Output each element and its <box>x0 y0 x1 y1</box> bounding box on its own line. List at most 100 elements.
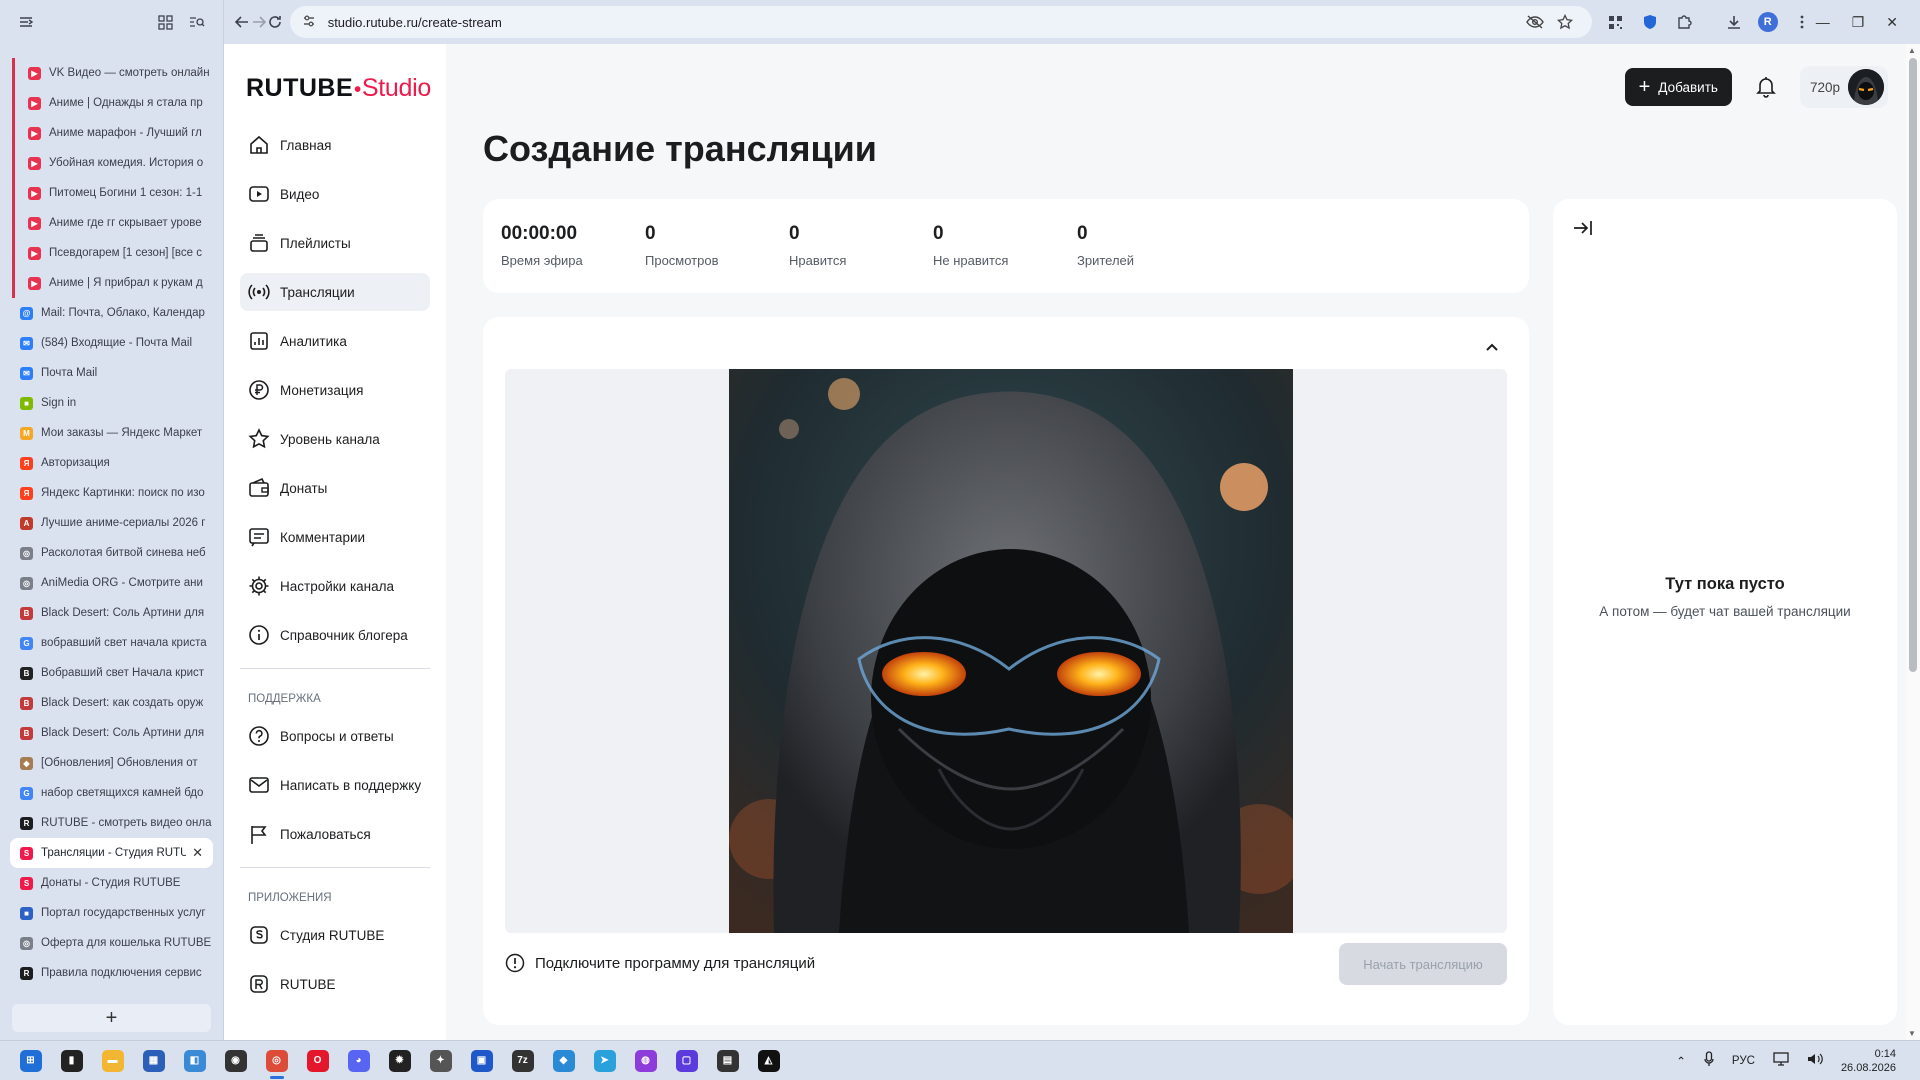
notifications-bell-icon[interactable] <box>1750 71 1782 103</box>
browser-tab[interactable]: B Black Desert: как создать оруж <box>0 688 223 718</box>
puzzle-extensions-icon[interactable] <box>1670 8 1698 36</box>
taskbar-file-explorer[interactable]: ▮ <box>51 1041 92 1080</box>
collapse-chat-icon[interactable] <box>1573 219 1593 242</box>
browser-tab[interactable]: Я Авторизация <box>0 448 223 478</box>
browser-tab[interactable]: ▶ Аниме | Я прибрал к рукам д <box>0 268 223 298</box>
taskbar-app-blue[interactable]: ▣ <box>461 1041 502 1080</box>
taskbar-photos[interactable]: ◧ <box>174 1041 215 1080</box>
scrollbar-thumb[interactable] <box>1909 58 1917 672</box>
nav-item-star[interactable]: Уровень канала <box>240 420 430 458</box>
microphone-icon[interactable] <box>1704 1051 1714 1070</box>
minimize-icon[interactable]: — <box>1816 14 1830 31</box>
taskbar-windows-start[interactable]: ⊞ <box>10 1041 51 1080</box>
forward-icon[interactable] <box>251 7 268 37</box>
browser-tab[interactable]: B Вобравший свет Начала крист <box>0 658 223 688</box>
browser-tab[interactable]: ▶ Питомец Богини 1 сезон: 1-1 <box>0 178 223 208</box>
quality-avatar-button[interactable]: 720p <box>1799 66 1888 108</box>
nav-item-video[interactable]: Видео <box>240 175 430 213</box>
search-tabs-icon[interactable] <box>185 10 209 34</box>
nav-item-analytics[interactable]: Аналитика <box>240 322 430 360</box>
taskbar-store[interactable]: ▦ <box>133 1041 174 1080</box>
tray-overflow-chevron-icon[interactable]: ⌃ <box>1676 1054 1686 1068</box>
nav-item-question[interactable]: Вопросы и ответы <box>240 717 430 755</box>
nav-item-mail[interactable]: Написать в поддержку <box>240 766 430 804</box>
more-menu-icon[interactable] <box>1788 8 1816 36</box>
nav-item-home[interactable]: Главная <box>240 126 430 164</box>
eye-off-icon[interactable] <box>1520 15 1550 29</box>
chevron-up-icon[interactable] <box>1485 339 1499 357</box>
clock[interactable]: 0:14 26.08.2026 <box>1841 1047 1896 1075</box>
nav-item-rutube[interactable]: RUTUBE <box>240 965 430 1003</box>
browser-tab[interactable]: ▶ VK Видео — смотреть онлайн <box>0 58 223 88</box>
network-icon[interactable] <box>1773 1052 1789 1069</box>
add-button[interactable]: + Добавить <box>1624 68 1732 106</box>
browser-tab[interactable]: @ Mail: Почта, Облако, Календар <box>0 298 223 328</box>
reload-icon[interactable] <box>267 7 284 37</box>
taskbar-folder[interactable]: ▬ <box>92 1041 133 1080</box>
browser-tab-active[interactable]: S Трансляции - Студия RUTUBE ✕ <box>10 838 213 868</box>
browser-tab[interactable]: ◎ Оферта для кошелька RUTUBE <box>0 928 223 958</box>
taskbar-game-app[interactable]: ◉ <box>215 1041 256 1080</box>
browser-tab[interactable]: R RUTUBE - смотреть видео онла <box>0 808 223 838</box>
shield-extension-icon[interactable] <box>1636 8 1664 36</box>
collapse-tabs-icon[interactable] <box>14 10 38 34</box>
qr-extension-icon[interactable] <box>1602 8 1630 36</box>
browser-tab[interactable]: М Мои заказы — Яндекс Маркет <box>0 418 223 448</box>
taskbar-app-lock[interactable]: ▤ <box>707 1041 748 1080</box>
address-bar[interactable]: studio.rutube.ru/create-stream <box>289 6 1592 38</box>
browser-tab[interactable]: Gвобравший свет начала криста <box>0 628 223 658</box>
back-icon[interactable] <box>234 7 251 37</box>
browser-tab[interactable]: A Лучшие аниме-сериалы 2026 г <box>0 508 223 538</box>
browser-tab[interactable]: R Правила подключения сервис <box>0 958 223 988</box>
nav-item-playlist[interactable]: Плейлисты <box>240 224 430 262</box>
new-tab-button[interactable]: + <box>12 1004 211 1032</box>
scroll-up-arrow[interactable]: ▲ <box>1908 46 1916 55</box>
download-icon[interactable] <box>1720 8 1748 36</box>
tab-groups-icon[interactable] <box>153 10 177 34</box>
taskbar-7zip[interactable]: 7z <box>502 1041 543 1080</box>
scroll-down-arrow[interactable]: ▼ <box>1908 1029 1916 1038</box>
taskbar-chrome[interactable]: ◎ <box>256 1041 297 1080</box>
browser-tab[interactable]: ▶ Аниме | Однажды я стала пр <box>0 88 223 118</box>
browser-tab[interactable]: ▶ Аниме где гг скрывает урове <box>0 208 223 238</box>
restore-icon[interactable]: ❐ <box>1852 14 1865 31</box>
rutube-studio-logo[interactable]: RUTUBE • Studio <box>246 74 431 103</box>
browser-tab[interactable]: Я Яндекс Картинки: поиск по изо <box>0 478 223 508</box>
browser-tab[interactable]: B Black Desert: Соль Артини для <box>0 718 223 748</box>
taskbar-app-purple[interactable]: ◍ <box>625 1041 666 1080</box>
taskbar-telegram[interactable]: ➤ <box>584 1041 625 1080</box>
browser-tab[interactable]: ▶ Аниме марафон - Лучший гл <box>0 118 223 148</box>
nav-item-broadcast[interactable]: Трансляции <box>240 273 430 311</box>
taskbar-discord[interactable]: ◕ <box>338 1041 379 1080</box>
taskbar-app-violet[interactable]: ▢ <box>666 1041 707 1080</box>
taskbar-app-ghost[interactable]: ◭ <box>748 1041 789 1080</box>
nav-item-flag[interactable]: Пожаловаться <box>240 815 430 853</box>
browser-tab[interactable]: ▶ Убойная комедия. История о <box>0 148 223 178</box>
stream-preview-image[interactable] <box>729 369 1293 933</box>
nav-item-ruble[interactable]: Монетизация <box>240 371 430 409</box>
taskbar-app-yellow[interactable]: ✹ <box>379 1041 420 1080</box>
nav-item-info[interactable]: Справочник блогера <box>240 616 430 654</box>
site-info-icon[interactable] <box>302 14 316 31</box>
start-stream-button[interactable]: Начать трансляцию <box>1339 943 1507 985</box>
browser-tab[interactable]: ✉ (584) Входящие - Почта Mail <box>0 328 223 358</box>
language-indicator[interactable]: РУС <box>1732 1055 1755 1067</box>
browser-tab[interactable]: ■ Sign in <box>0 388 223 418</box>
taskbar-app-stack[interactable]: ◆ <box>543 1041 584 1080</box>
close-tab-icon[interactable]: ✕ <box>192 845 203 861</box>
browser-tab[interactable]: S Донаты - Студия RUTUBE <box>0 868 223 898</box>
nav-item-wallet[interactable]: Донаты <box>240 469 430 507</box>
bookmark-star-icon[interactable] <box>1550 14 1580 30</box>
profile-icon[interactable]: R <box>1754 8 1782 36</box>
browser-tab[interactable]: ▶ Псевдогарем [1 сезон] [все с <box>0 238 223 268</box>
taskbar-app-tool[interactable]: ✦ <box>420 1041 461 1080</box>
close-window-icon[interactable]: ✕ <box>1886 14 1898 31</box>
browser-tab[interactable]: Gнабор светящихся камней бдо <box>0 778 223 808</box>
taskbar-opera[interactable]: O <box>297 1041 338 1080</box>
browser-tab[interactable]: B Black Desert: Соль Артини для <box>0 598 223 628</box>
nav-item-comment[interactable]: Комментарии <box>240 518 430 556</box>
nav-item-gear[interactable]: Настройки канала <box>240 567 430 605</box>
browser-tab[interactable]: ◎ AniMedia ORG - Смотрите ани <box>0 568 223 598</box>
page-scrollbar[interactable]: ▲ ▼ <box>1906 44 1920 1040</box>
browser-tab[interactable]: ◎ Расколотая битвой синева неб <box>0 538 223 568</box>
